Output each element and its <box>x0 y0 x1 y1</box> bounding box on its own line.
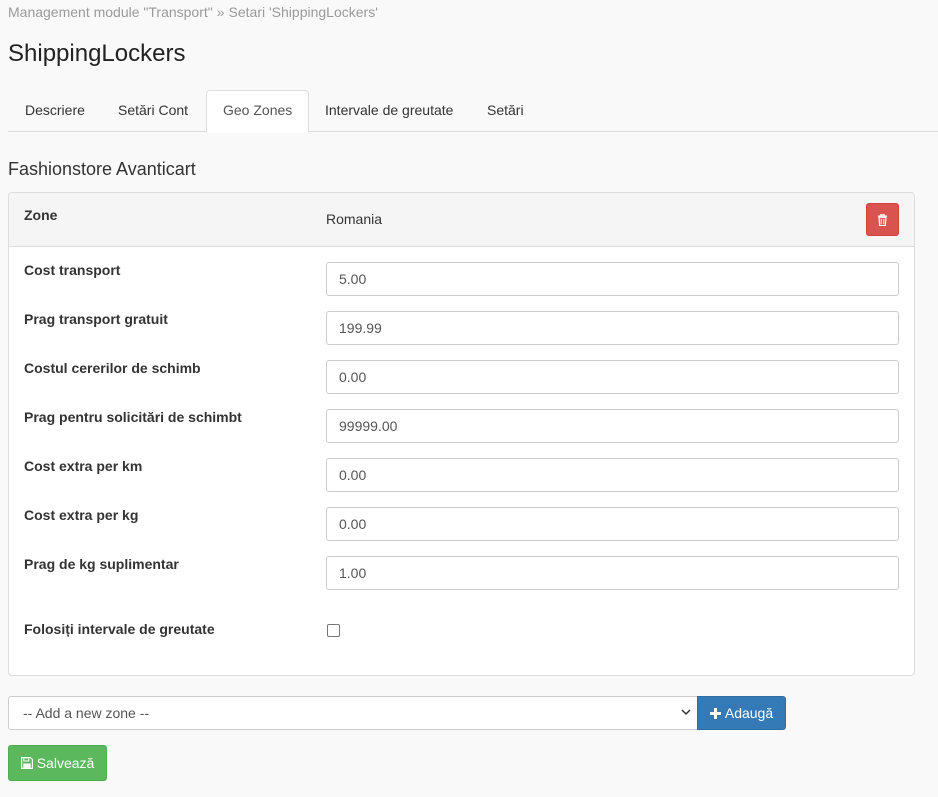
breadcrumb-separator: » <box>216 4 225 20</box>
tab-setari[interactable]: Setări <box>470 90 541 132</box>
cost-transport-input[interactable] <box>326 262 899 296</box>
field-label-prag-transport-gratuit: Prag transport gratuit <box>24 311 168 327</box>
add-zone-button-label: Adaugă <box>724 705 774 721</box>
breadcrumb: Management module "Transport"» Setari 'Sh… <box>8 4 378 20</box>
prag-kg-input[interactable] <box>326 556 899 590</box>
trash-icon <box>878 213 887 226</box>
field-label-cost-extra-km: Cost extra per km <box>24 458 143 474</box>
tab-bar: Descriere Setări Cont Geo Zones Interval… <box>8 90 938 133</box>
field-label-costul-cererilor: Costul cererilor de schimb <box>24 360 201 376</box>
field-label-prag-kg: Prag de kg suplimentar <box>24 556 179 572</box>
add-zone-button[interactable]: Adaugă <box>697 696 786 730</box>
tab-setari-cont[interactable]: Setări Cont <box>101 90 205 132</box>
add-zone-select[interactable]: -- Add a new zone -- <box>8 696 698 730</box>
save-button[interactable]: Salvează <box>8 745 107 781</box>
chevron-down-icon <box>681 709 691 716</box>
breadcrumb-current: Setari 'ShippingLockers' <box>228 4 378 20</box>
floppy-disk-icon <box>20 757 33 769</box>
zone-value: Romania <box>326 211 383 227</box>
field-label-prag-solicitari: Prag pentru solicitări de schimbt <box>24 409 242 425</box>
field-label-cost-extra-kg: Cost extra per kg <box>24 507 139 523</box>
save-button-label: Salvează <box>36 755 95 771</box>
tab-intervale-de-greutate[interactable]: Intervale de greutate <box>308 90 470 132</box>
tab-descriere[interactable]: Descriere <box>8 90 102 132</box>
tab-geo-zones[interactable]: Geo Zones <box>206 90 310 133</box>
page-title: ShippingLockers <box>8 40 186 67</box>
prag-solicitari-input[interactable] <box>326 409 899 443</box>
zone-label: Zone <box>24 207 58 223</box>
prag-transport-gratuit-input[interactable] <box>326 311 899 345</box>
store-title: Fashionstore Avanticart <box>8 159 196 179</box>
cost-extra-kg-input[interactable] <box>326 507 899 541</box>
delete-zone-button[interactable] <box>866 203 899 236</box>
cost-extra-km-input[interactable] <box>326 458 899 492</box>
add-zone-select-value: -- Add a new zone -- <box>23 705 150 721</box>
weight-intervals-checkbox[interactable] <box>327 624 340 637</box>
field-label-cost-transport: Cost transport <box>24 262 121 278</box>
plus-icon <box>709 707 721 719</box>
costul-cererilor-input[interactable] <box>326 360 899 394</box>
zone-panel: Zone Romania Cost transport Prag transpo… <box>8 192 915 676</box>
breadcrumb-parent[interactable]: Management module "Transport" <box>8 4 213 20</box>
zone-panel-header: Zone Romania <box>9 193 914 247</box>
field-label-weight-intervals: Folosiți intervale de greutate <box>24 621 215 637</box>
